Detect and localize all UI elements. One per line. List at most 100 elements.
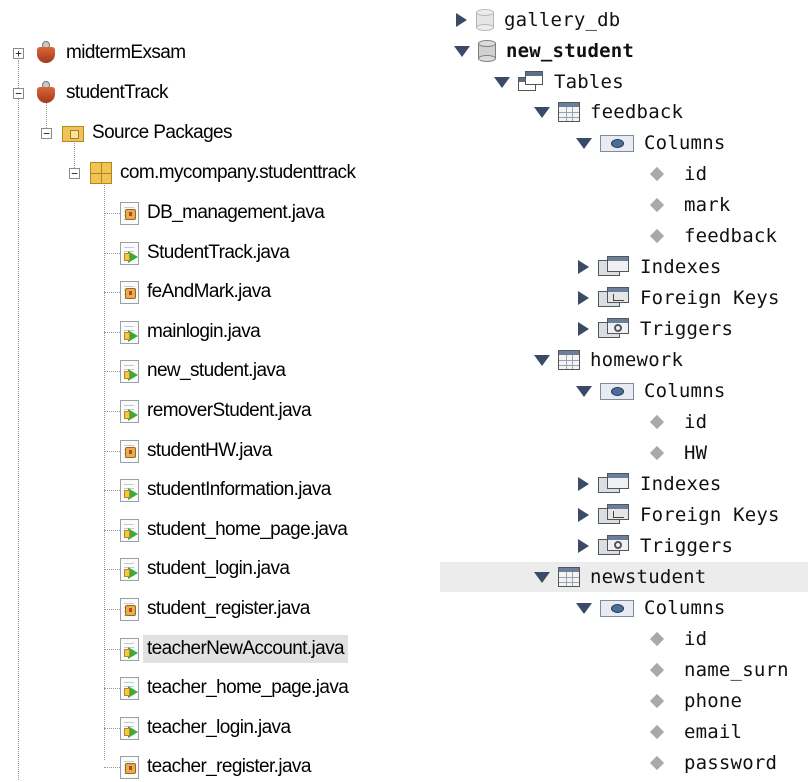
columns-folder-node[interactable]: Columns (574, 593, 725, 623)
file-node[interactable]: teacher_login.java (120, 713, 291, 743)
database-node-new-student[interactable]: new_student (452, 36, 634, 66)
database-explorer-tree: gallery_db new_student Tables feedback C… (440, 0, 808, 780)
package-node[interactable]: com.mycompany.studenttrack (90, 158, 356, 188)
triggers-node[interactable]: Triggers (574, 314, 733, 344)
collapse-arrow-icon[interactable] (576, 137, 592, 149)
tree-guide-line (104, 490, 120, 491)
column-node[interactable]: id (646, 624, 707, 654)
collapse-arrow-icon[interactable] (534, 354, 550, 366)
expand-arrow-icon[interactable] (578, 539, 589, 553)
column-diamond-icon (649, 755, 665, 771)
table-node-feedback[interactable]: feedback (532, 97, 683, 127)
file-node[interactable]: removerStudent.java (120, 396, 312, 426)
file-node[interactable]: StudentTrack.java (120, 238, 290, 268)
column-node[interactable]: feedback (646, 221, 777, 251)
expand-arrow-icon[interactable] (578, 260, 589, 274)
file-node[interactable]: DB_management.java (120, 198, 325, 228)
file-node[interactable]: studentInformation.java (120, 475, 331, 505)
file-label: removerStudent.java (147, 400, 312, 421)
expand-arrow-icon[interactable] (578, 508, 589, 522)
column-node[interactable]: email (646, 717, 742, 747)
project-node-studenttrack[interactable]: studentTrack (34, 78, 169, 108)
tree-guide-line (104, 569, 120, 570)
column-label: HW (684, 442, 708, 464)
tree-guide-line (104, 530, 120, 531)
column-diamond-icon (649, 724, 665, 740)
database-icon (476, 9, 494, 31)
table-label: feedback (590, 101, 684, 123)
column-node[interactable]: mark (646, 190, 731, 220)
file-node[interactable]: teacherNewAccount.java (120, 634, 348, 664)
expand-arrow-icon[interactable] (578, 322, 589, 336)
foreign-keys-node[interactable]: Foreign Keys (574, 500, 780, 530)
file-node[interactable]: student_register.java (120, 594, 310, 624)
collapse-toggle[interactable]: − (13, 88, 24, 99)
project-explorer-tree: + midtermExsam − studentTrack − Source P… (0, 0, 440, 780)
source-packages-node[interactable]: Source Packages (62, 118, 233, 148)
tables-folder-node[interactable]: Tables (492, 67, 624, 97)
triggers-node[interactable]: Triggers (574, 531, 733, 561)
table-node-homework[interactable]: homework (532, 345, 683, 375)
column-node[interactable]: name_surn (646, 655, 789, 685)
file-label: studentInformation.java (147, 479, 331, 500)
collapse-toggle[interactable]: − (69, 168, 80, 179)
file-label: studentHW.java (147, 440, 272, 461)
triggers-icon (598, 535, 630, 557)
project-node-midtermexsam[interactable]: midtermExsam (34, 38, 186, 68)
java-class-file-icon (120, 637, 139, 661)
indexes-node[interactable]: Indexes (574, 252, 721, 282)
collapse-arrow-icon[interactable] (576, 385, 592, 397)
package-icon (90, 162, 112, 184)
java-form-file-icon (120, 755, 139, 779)
column-node[interactable]: phone (646, 686, 742, 716)
expand-arrow-icon[interactable] (578, 477, 589, 491)
columns-folder-node[interactable]: Columns (574, 128, 725, 158)
indexes-icon (598, 473, 630, 495)
column-node[interactable]: password (646, 748, 777, 778)
java-class-file-icon (120, 478, 139, 502)
file-node[interactable]: student_home_page.java (120, 515, 348, 545)
columns-label: Columns (644, 132, 726, 154)
columns-folder-node[interactable]: Columns (574, 376, 725, 406)
column-diamond-icon (649, 414, 665, 430)
file-node[interactable]: teacher_register.java (120, 752, 311, 782)
collapse-arrow-icon[interactable] (534, 106, 550, 118)
column-node[interactable]: HW (646, 438, 707, 468)
collapse-toggle[interactable]: − (41, 128, 52, 139)
foreign-keys-node[interactable]: Foreign Keys (574, 283, 780, 313)
expand-toggle[interactable]: + (13, 48, 24, 59)
column-label: password (684, 752, 778, 774)
file-node[interactable]: new_student.java (120, 356, 286, 386)
collapse-arrow-icon[interactable] (576, 602, 592, 614)
expand-arrow-icon[interactable] (456, 13, 467, 27)
file-label: feAndMark.java (147, 281, 271, 302)
source-packages-label: Source Packages (92, 122, 233, 143)
column-label: phone (684, 690, 743, 712)
indexes-node[interactable]: Indexes (574, 469, 721, 499)
collapse-arrow-icon[interactable] (454, 45, 470, 57)
collapse-arrow-icon[interactable] (534, 571, 550, 583)
file-node[interactable]: student_login.java (120, 554, 290, 584)
tree-guide-line (104, 253, 120, 254)
database-icon (478, 40, 496, 62)
java-class-file-icon (120, 716, 139, 740)
file-node[interactable]: mainlogin.java (120, 317, 261, 347)
file-node[interactable]: feAndMark.java (120, 277, 271, 307)
tree-guide-line (18, 60, 19, 780)
java-class-file-icon (120, 676, 139, 700)
package-label: com.mycompany.studenttrack (120, 162, 356, 183)
collapse-arrow-icon[interactable] (494, 76, 510, 88)
column-node[interactable]: id (646, 159, 707, 189)
tree-guide-line (104, 371, 120, 372)
file-label: student_home_page.java (147, 519, 348, 540)
file-node[interactable]: studentHW.java (120, 436, 272, 466)
java-class-file-icon (120, 241, 139, 265)
column-diamond-icon (649, 197, 665, 213)
table-node-newstudent[interactable]: newstudent (440, 562, 808, 592)
project-label: midtermExsam (66, 42, 186, 63)
file-node[interactable]: teacher_home_page.java (120, 673, 349, 703)
expand-arrow-icon[interactable] (578, 291, 589, 305)
database-node-gallery-db[interactable]: gallery_db (452, 5, 620, 35)
java-class-file-icon (120, 359, 139, 383)
column-node[interactable]: id (646, 407, 707, 437)
